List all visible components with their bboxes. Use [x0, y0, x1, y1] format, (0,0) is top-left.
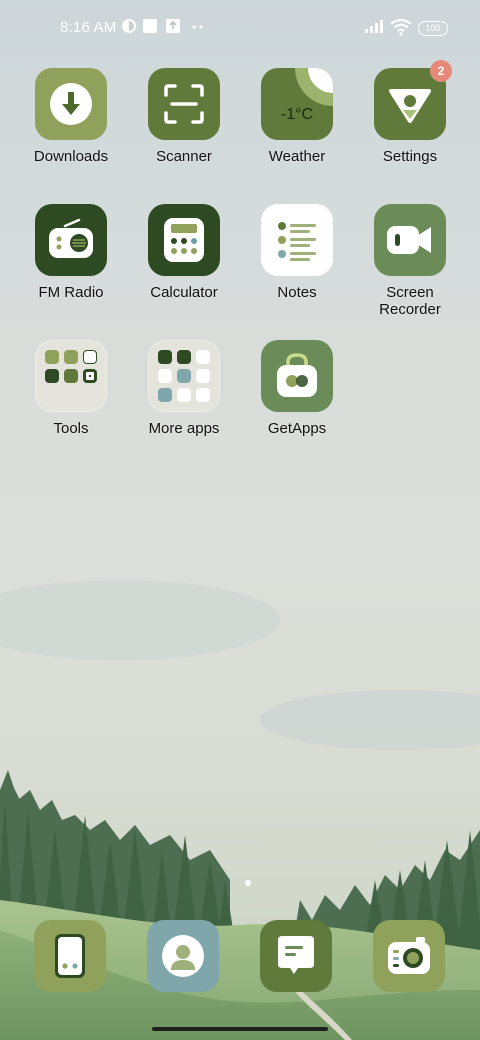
radio-icon	[35, 204, 107, 276]
messages-icon	[278, 936, 314, 974]
app-settings[interactable]: 2 Settings	[354, 60, 466, 165]
app-label: Notes	[277, 284, 317, 301]
folder-tools[interactable]: Tools	[15, 340, 127, 437]
app-calculator[interactable]: Calculator	[128, 204, 240, 301]
mini-app-icon	[64, 350, 78, 364]
download-icon	[35, 68, 107, 140]
app-label: GetApps	[267, 420, 327, 437]
mini-app-icon	[158, 369, 172, 383]
dock-contacts[interactable]	[147, 920, 219, 992]
calculator-icon	[148, 204, 220, 276]
shopping-bag-icon	[261, 340, 333, 412]
mini-app-icon	[83, 369, 97, 383]
dock-camera[interactable]	[373, 920, 445, 992]
app-label: Downloads	[33, 148, 109, 165]
app-label: Scanner	[156, 148, 212, 165]
mini-app-icon	[196, 369, 210, 383]
dock-phone[interactable]	[34, 920, 106, 992]
app-label: Tools	[53, 420, 89, 437]
app-label: FM Radio	[38, 284, 104, 301]
mini-app-icon	[64, 369, 78, 383]
signal-icon	[365, 20, 383, 33]
home-indicator[interactable]	[152, 1027, 328, 1031]
app-weather[interactable]: -1°C Weather	[241, 68, 353, 165]
folder-icon	[35, 340, 107, 412]
more-dots-icon	[192, 25, 203, 29]
mini-app-icon	[196, 388, 210, 402]
app-label: More apps	[148, 420, 220, 437]
app-scanner[interactable]: Scanner	[128, 68, 240, 165]
app-label: Screen Recorder	[379, 284, 441, 318]
battery-icon: 100	[418, 21, 448, 36]
scan-frame-icon	[148, 68, 220, 140]
mini-app-icon	[177, 388, 191, 402]
contacts-icon	[162, 935, 204, 977]
app-label: Settings	[382, 148, 438, 165]
app-downloads[interactable]: Downloads	[15, 68, 127, 165]
weather-temperature: -1°C	[280, 106, 314, 123]
app-fm-radio[interactable]: FM Radio	[15, 204, 127, 301]
mini-app-icon	[45, 369, 59, 383]
vpn-icon	[122, 19, 136, 33]
settings-icon: 2	[374, 60, 452, 140]
wifi-icon	[390, 18, 412, 36]
mini-app-icon	[177, 369, 191, 383]
app-label: Weather	[268, 148, 326, 165]
app-screen-recorder[interactable]: Screen Recorder	[354, 204, 466, 318]
mini-app-icon	[158, 350, 172, 364]
mini-app-icon	[158, 388, 172, 402]
notification-badge: 2	[430, 60, 452, 82]
phone-icon	[55, 934, 85, 978]
status-time: 8:16 AM	[60, 19, 117, 36]
status-bar: 8:16 AM 100	[0, 0, 480, 56]
folder-icon	[148, 340, 220, 412]
mini-app-icon	[45, 350, 59, 364]
app-notes[interactable]: Notes	[241, 204, 353, 301]
app-label: Calculator	[150, 284, 218, 301]
download-notification-icon	[166, 19, 180, 33]
notes-list-icon	[261, 204, 333, 276]
sun-icon: -1°C	[261, 68, 333, 140]
mini-app-icon	[83, 350, 97, 364]
notification-square-icon	[143, 19, 157, 33]
video-camera-icon	[374, 204, 446, 276]
folder-more-apps[interactable]: More apps	[128, 340, 240, 437]
app-getapps[interactable]: GetApps	[241, 340, 353, 437]
camera-icon	[388, 937, 430, 974]
page-indicator-dot	[245, 880, 251, 886]
mini-app-icon	[196, 350, 210, 364]
mini-app-icon	[177, 350, 191, 364]
dock-messages[interactable]	[260, 920, 332, 992]
